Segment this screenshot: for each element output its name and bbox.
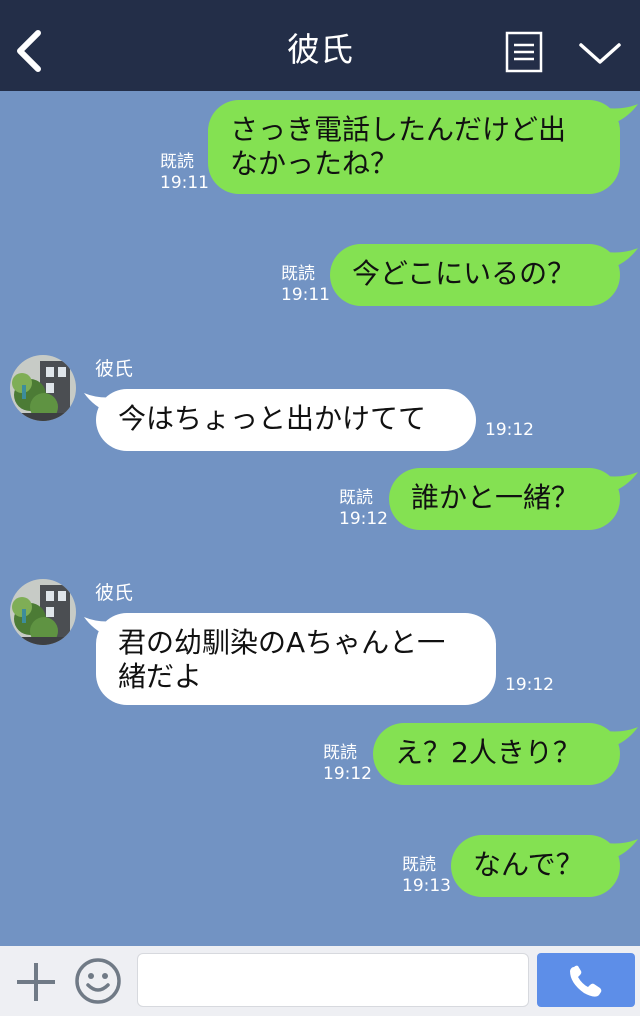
message-line: え？2人きり？	[395, 736, 581, 769]
message-time: 19:12	[339, 509, 388, 529]
outgoing-message-bubble[interactable]: 今どこにいるの？	[330, 244, 620, 306]
avatar-photo	[10, 355, 76, 421]
bubble-tail	[606, 104, 638, 124]
avatar[interactable]	[10, 579, 76, 645]
bubble-tail	[606, 248, 638, 268]
plus-icon	[17, 963, 55, 1001]
message-line: 誰かと一緒？	[411, 481, 580, 514]
message-line: なかったね？	[230, 147, 399, 180]
message-time: 19:11	[281, 285, 330, 305]
bubble-tail	[606, 839, 638, 859]
add-attachment-button[interactable]	[14, 960, 58, 1004]
emoji-button[interactable]	[73, 956, 123, 1006]
read-receipt: 既読 19:11	[160, 152, 209, 194]
sender-name: 彼氏	[95, 582, 134, 604]
call-button[interactable]	[537, 953, 635, 1007]
read-label: 既読	[402, 855, 436, 875]
phone-icon	[570, 965, 602, 997]
message-time: 19:13	[402, 876, 451, 896]
message-line: さっき電話したんだけど出	[230, 113, 567, 146]
smiley-icon	[75, 958, 121, 1004]
bubble-tail	[606, 472, 638, 492]
avatar[interactable]	[10, 355, 76, 421]
read-receipt: 既読 19:12	[339, 488, 388, 530]
outgoing-message-bubble[interactable]: 誰かと一緒？	[389, 468, 620, 530]
message-time: 19:12	[505, 675, 554, 695]
chevron-down-icon	[579, 43, 621, 64]
outgoing-message-bubble[interactable]: さっき電話したんだけど出 なかったね？	[208, 100, 620, 194]
read-label: 既読	[323, 743, 357, 763]
sender-name: 彼氏	[95, 358, 134, 380]
message-line: なんで？	[473, 848, 584, 881]
back-button[interactable]	[12, 28, 48, 74]
outgoing-message-bubble[interactable]: え？2人きり？	[373, 723, 620, 785]
chevron-left-icon	[17, 30, 41, 72]
message-line: 今どこにいるの？	[352, 257, 576, 290]
incoming-message-bubble[interactable]: 今はちょっと出かけてて	[96, 389, 476, 451]
message-time: 19:12	[485, 420, 534, 440]
avatar-photo	[10, 579, 76, 645]
read-label: 既読	[281, 264, 315, 284]
collapse-button[interactable]	[576, 36, 624, 70]
read-receipt: 既読 19:12	[323, 743, 372, 785]
chat-header	[0, 0, 640, 91]
read-receipt: 既読 19:13	[402, 855, 451, 897]
list-icon	[505, 31, 543, 73]
message-line: 今はちょっと出かけてて	[118, 402, 427, 435]
message-input[interactable]	[137, 953, 529, 1007]
message-time: 19:12	[323, 764, 372, 784]
read-label: 既読	[160, 152, 194, 172]
bubble-tail	[606, 727, 638, 747]
message-line: 君の幼馴染のAちゃんと一	[118, 626, 446, 659]
message-time: 19:11	[160, 173, 209, 193]
outgoing-message-bubble[interactable]: なんで？	[451, 835, 620, 897]
read-receipt: 既読 19:11	[281, 264, 330, 306]
message-line: 緒だよ	[118, 660, 203, 693]
read-label: 既読	[339, 488, 373, 508]
menu-button[interactable]	[504, 31, 544, 73]
incoming-message-bubble[interactable]: 君の幼馴染のAちゃんと一 緒だよ	[96, 613, 496, 705]
